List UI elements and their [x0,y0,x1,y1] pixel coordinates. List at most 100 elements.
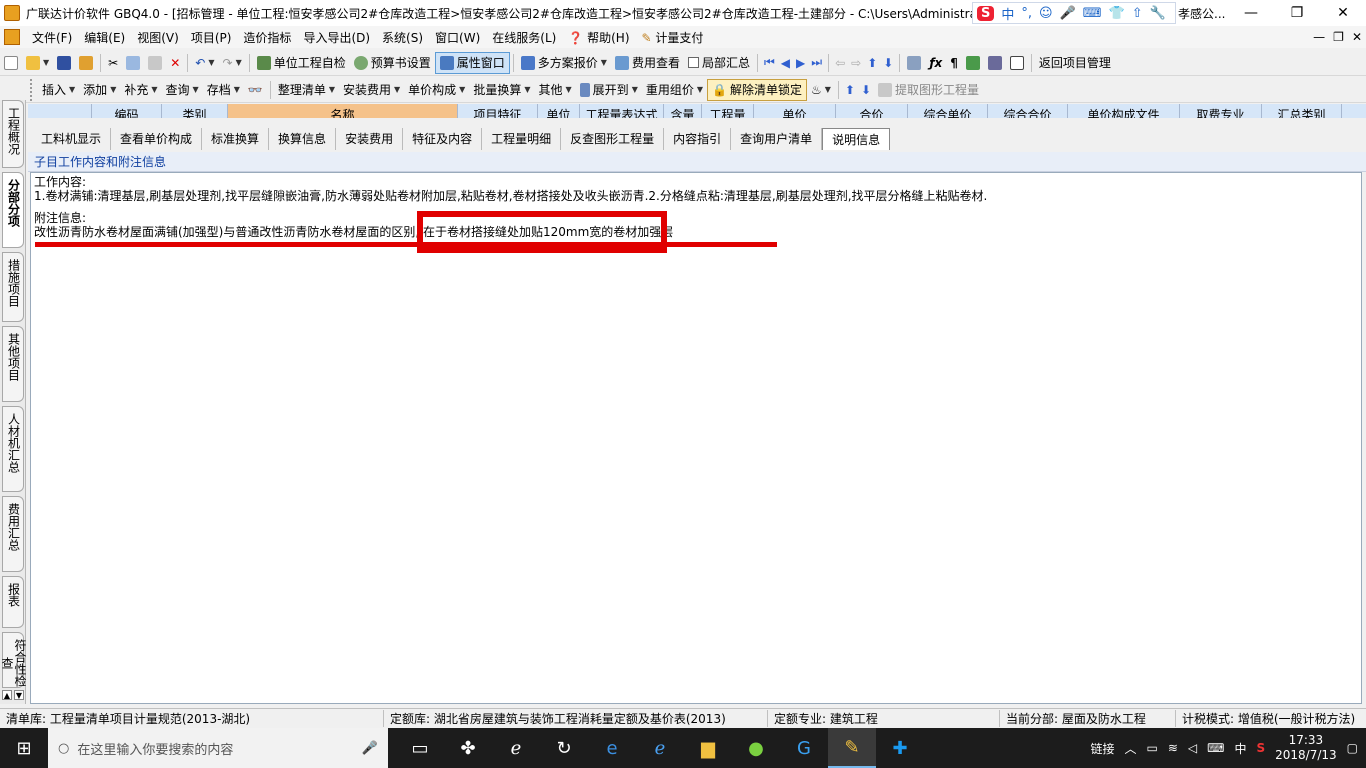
windows-start-icon[interactable]: ⊞ [0,728,48,768]
tab-reverse-graphic-qty[interactable]: 反查图形工程量 [561,128,665,150]
reuse-price-button[interactable]: 重用组价 ▼ [642,79,707,101]
tab-content-guide[interactable]: 内容指引 [664,128,732,150]
paste-button[interactable] [144,52,166,74]
unit-check-button[interactable]: 单位工程自检 [253,52,350,74]
col-fee-major[interactable]: 取费专业 [1180,104,1262,118]
microphone-icon[interactable]: 🎤 [362,741,378,756]
other-button[interactable]: 其他 ▼ [535,79,576,101]
volume-icon[interactable]: ◁ [1188,741,1197,755]
redo-button[interactable]: ↷ ▼ [219,52,246,74]
organize-list-button[interactable]: 整理清单 ▼ [274,79,339,101]
col-qty[interactable]: 工程量 [702,104,754,118]
ime-chinese-mode-icon[interactable]: 中 [1001,4,1014,23]
minimize-button[interactable]: — [1228,0,1274,26]
sidebar-tab-sub-items[interactable]: 分部分项 [2,172,24,248]
ime-keyboard-icon[interactable]: ⌨ [1083,6,1102,21]
tray-link[interactable]: 链接 [1090,740,1114,757]
paragraph-button[interactable]: ¶ [946,52,962,74]
tab-quantity-detail[interactable]: 工程量明细 [482,128,562,150]
ime-voice-icon[interactable]: 🎤 [1060,6,1076,21]
paint-button[interactable]: ♨ ▼ [807,79,835,101]
move-down-icon[interactable]: ⬇ [858,83,874,97]
col-unit[interactable]: 单位 [538,104,580,118]
menu-cost-index[interactable]: 造价指标 [237,29,297,46]
mdi-minimize-button[interactable]: — [1313,30,1325,44]
tray-expand-icon[interactable]: ︿ [1124,740,1136,757]
close-button[interactable]: ✕ [1320,0,1366,26]
print-button[interactable] [984,52,1006,74]
prev-icon[interactable]: ◀ [778,56,793,70]
arrow-right-icon[interactable]: ⇨ [848,56,864,70]
supplement-button[interactable]: 补充 ▼ [120,79,161,101]
scroll-down-icon[interactable]: ▼ [14,690,24,700]
mdi-close-button[interactable]: ✕ [1352,30,1362,44]
menu-view[interactable]: 视图(V) [131,29,185,46]
back-project-button[interactable]: 返回项目管理 [1035,52,1115,74]
col-price-file[interactable]: 单价构成文件 [1068,104,1180,118]
sidebar-tab-reports[interactable]: 报表 [2,576,24,628]
search-input[interactable]: 在这里输入你要搜索的内容 [77,739,233,758]
budget-settings-button[interactable]: 预算书设置 [350,52,435,74]
list-button[interactable] [1006,52,1028,74]
col-comp-total[interactable]: 综合合价 [988,104,1068,118]
ime-settings-icon[interactable]: 🔧 [1150,6,1166,21]
sidebar-tab-fee-summary[interactable]: 费用汇总 [2,496,24,572]
edge-browser-icon[interactable]: e [588,728,636,768]
spiral-app-icon[interactable]: ↻ [540,728,588,768]
fan-app-icon[interactable]: ✤ [444,728,492,768]
mdi-restore-button[interactable]: ❐ [1333,30,1344,44]
unlock-list-button[interactable]: 🔒 解除清单锁定 [707,78,807,101]
delete-button[interactable]: ✕ [166,52,184,74]
unit-price-composition-button[interactable]: 单价构成 ▼ [404,79,469,101]
col-code[interactable]: 编码 [92,104,162,118]
next-icon[interactable]: ▶ [793,56,808,70]
undo-button[interactable]: ↶ ▼ [191,52,218,74]
ime-emoji-icon[interactable]: ☺ [1039,6,1053,21]
extract-quantity-button[interactable]: 提取图形工程量 [874,79,983,101]
col-qty-expr[interactable]: 工程量表达式 [580,104,664,118]
sidebar-tab-compliance-check[interactable]: 符合性检查 [0,632,27,688]
g-app-icon[interactable]: G [780,728,828,768]
task-view-icon[interactable]: ▭ [396,728,444,768]
clock[interactable]: 17:33 2018/7/13 [1275,733,1337,763]
col-category[interactable]: 类别 [162,104,228,118]
tab-description-info[interactable]: 说明信息 [822,128,891,150]
find-button[interactable]: 👓 [244,79,267,101]
document-icon[interactable] [4,29,20,45]
ime-upload-icon[interactable]: ⇧ [1132,6,1143,21]
battery-icon[interactable]: ▭ [1146,741,1157,755]
tab-user-list-query[interactable]: 查询用户清单 [731,128,823,150]
menu-system[interactable]: 系统(S) [376,29,429,46]
menu-help[interactable]: ❓ 帮助(H) [562,29,635,46]
move-up-icon[interactable]: ⬆ [842,83,858,97]
taskbar-search[interactable]: ○ 在这里输入你要搜索的内容 🎤 [48,728,388,768]
menu-file[interactable]: 文件(F) [26,29,78,46]
ie-blue-icon[interactable]: ℯ [636,728,684,768]
wifi-icon[interactable]: ≋ [1168,741,1178,755]
multi-quote-button[interactable]: 多方案报价 ▼ [517,52,611,74]
tab-features-content[interactable]: 特征及内容 [403,128,483,150]
first-icon[interactable]: ⏮ [761,55,778,70]
menu-measure-pay[interactable]: ✎ 计量支付 [636,29,710,46]
menu-project[interactable]: 项目(P) [185,29,238,46]
fee-view-button[interactable]: 费用查看 [611,52,684,74]
sogou-tray-icon[interactable]: S [1256,741,1265,755]
ime-skin-icon[interactable]: 👕 [1109,6,1125,21]
tab-labor-material[interactable]: 工料机显示 [32,128,112,150]
col-comp-unit-price[interactable]: 综合单价 [908,104,988,118]
ime-toolbar[interactable]: S 中 °, ☺ 🎤 ⌨ 👕 ⇧ 🔧 [972,2,1176,24]
tab-standard-conversion[interactable]: 标准换算 [202,128,270,150]
archive-button[interactable]: 存档 ▼ [203,79,244,101]
tab-install-fee[interactable]: 安装费用 [336,128,404,150]
save-button[interactable] [53,52,75,74]
save-all-button[interactable] [75,52,97,74]
plus-app-icon[interactable]: ✚ [876,728,924,768]
property-window-button[interactable]: 属性窗口 [434,51,510,74]
expand-to-button[interactable]: 展开到 ▼ [576,79,642,101]
copy-button[interactable] [122,52,144,74]
arrow-down-icon[interactable]: ⬇ [880,56,896,70]
file-explorer-icon[interactable]: ▆ [684,728,732,768]
install-fee-button[interactable]: 安装费用 ▼ [339,79,404,101]
col-total-price[interactable]: 合价 [836,104,908,118]
open-button[interactable]: ▼ [22,52,53,74]
